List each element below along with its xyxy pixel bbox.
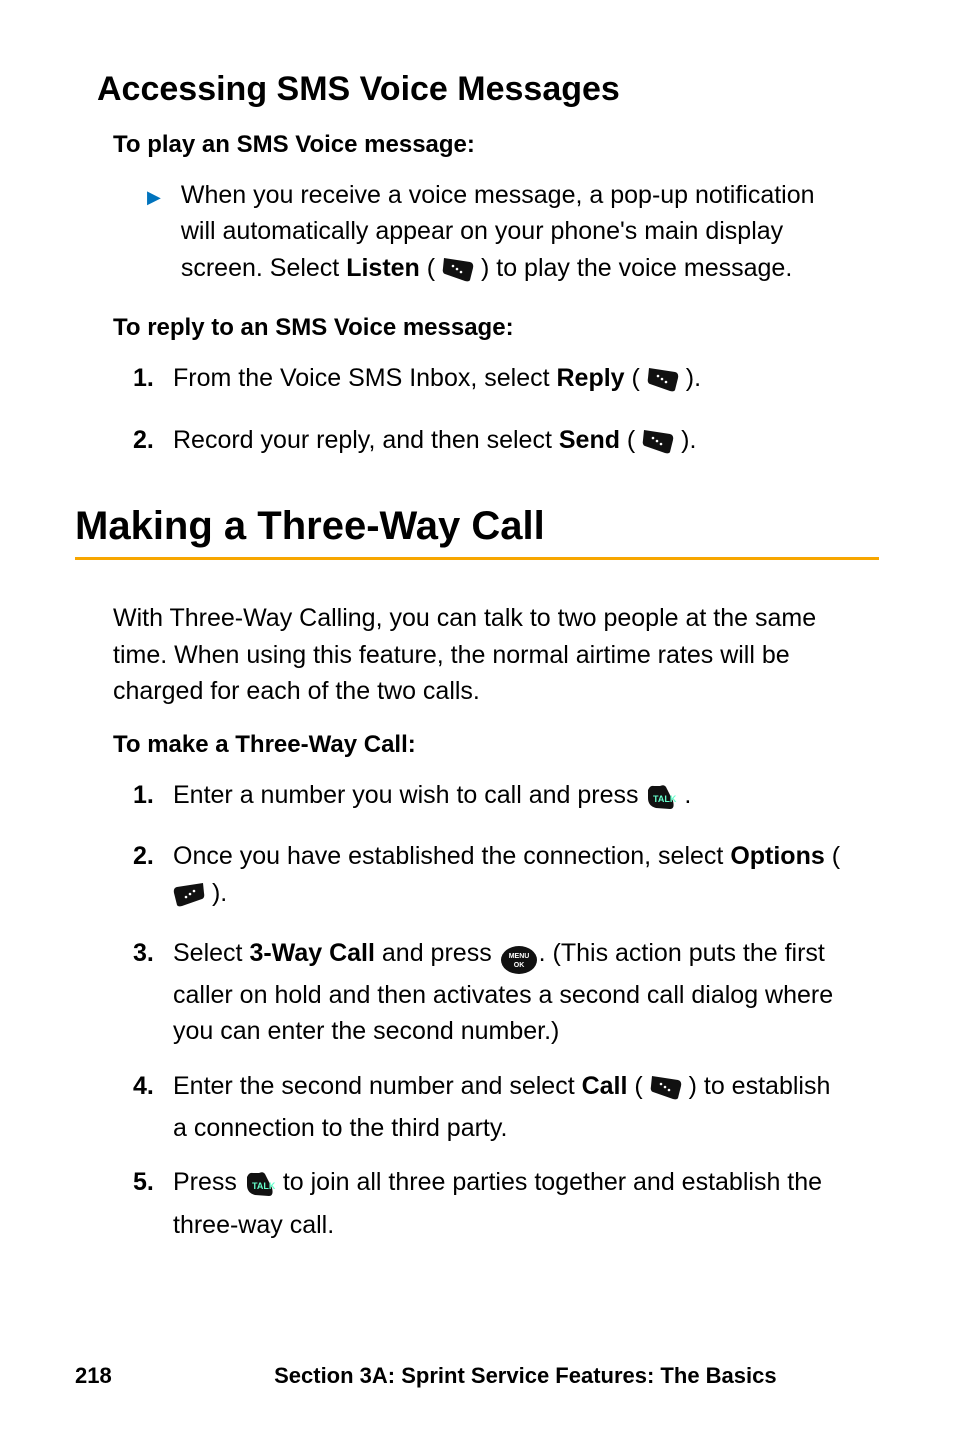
- sms-step1-pre: From the Voice SMS Inbox, select: [173, 364, 557, 392]
- talk-key-icon: TALK: [244, 1171, 276, 1207]
- step-text: From the Voice SMS Inbox, select Reply (…: [173, 360, 879, 402]
- threeway-heading: Making a Three-Way Call: [75, 504, 879, 549]
- tw-step1-pre: Enter a number you wish to call and pres…: [173, 781, 645, 809]
- tw-3way-label: 3-Way Call: [249, 939, 375, 967]
- left-softkey-icon: [642, 428, 674, 464]
- step-num: 3.: [133, 935, 173, 1050]
- sms-play-post: ) to play the voice message.: [474, 254, 792, 282]
- sms-step1-post: ).: [679, 364, 701, 392]
- step-num: 2.: [133, 838, 173, 917]
- sms-play-bullet: ▶ When you receive a voice message, a po…: [147, 177, 879, 292]
- threeway-step4: 4. Enter the second number and select Ca…: [133, 1068, 879, 1147]
- tw-step4-pre: Enter the second number and select: [173, 1072, 582, 1100]
- sms-play-text: When you receive a voice message, a pop-…: [181, 177, 879, 292]
- tw-step2-pre: Once you have established the connection…: [173, 842, 730, 870]
- step-text: Press TALK to join all three parties tog…: [173, 1164, 879, 1244]
- step-num: 1.: [133, 360, 173, 402]
- page-number: 218: [75, 1363, 112, 1389]
- svg-text:OK: OK: [513, 962, 524, 969]
- sms-step2-pre: Record your reply, and then select: [173, 426, 559, 454]
- sms-reply-step2: 2. Record your reply, and then select Se…: [133, 422, 879, 464]
- right-softkey-icon: [173, 881, 205, 917]
- sms-listen-label: Listen: [346, 254, 420, 282]
- left-softkey-icon: [650, 1074, 682, 1110]
- step-text: Once you have established the connection…: [173, 838, 879, 917]
- threeway-step2: 2. Once you have established the connect…: [133, 838, 879, 917]
- tw-call-label: Call: [582, 1072, 628, 1100]
- step-text: Select 3-Way Call and press MENUOK . (Th…: [173, 935, 879, 1050]
- step-text: Enter the second number and select Call …: [173, 1068, 879, 1147]
- tw-step3-mid: and press: [375, 939, 499, 967]
- left-softkey-icon: [442, 256, 474, 292]
- step-num: 1.: [133, 777, 173, 820]
- tw-options-label: Options: [730, 842, 824, 870]
- threeway-make-heading: To make a Three-Way Call:: [113, 731, 879, 759]
- svg-text:TALK: TALK: [653, 794, 677, 804]
- step-num: 2.: [133, 422, 173, 464]
- step-num: 4.: [133, 1068, 173, 1147]
- sms-heading: Accessing SMS Voice Messages: [97, 70, 879, 109]
- menu-ok-key-icon: MENU OK: [499, 941, 539, 977]
- svg-text:MENU: MENU: [508, 953, 529, 960]
- tw-step3-pre: Select: [173, 939, 249, 967]
- threeway-step1: 1. Enter a number you wish to call and p…: [133, 777, 879, 820]
- threeway-step3: 3. Select 3-Way Call and press MENUOK . …: [133, 935, 879, 1050]
- sms-step2-post: ).: [674, 426, 696, 454]
- sms-reply-step1: 1. From the Voice SMS Inbox, select Repl…: [133, 360, 879, 402]
- threeway-intro: With Three-Way Calling, you can talk to …: [113, 600, 879, 709]
- tw-step1-post: .: [677, 781, 691, 809]
- tw-step5-pre: Press: [173, 1168, 244, 1196]
- footer-section: Section 3A: Sprint Service Features: The…: [172, 1363, 879, 1389]
- step-text: Record your reply, and then select Send …: [173, 422, 879, 464]
- step-num: 5.: [133, 1164, 173, 1244]
- tw-step2-post: ).: [205, 879, 227, 907]
- sms-reply-heading: To reply to an SMS Voice message:: [113, 314, 879, 342]
- bullet-arrow-icon: ▶: [147, 184, 161, 292]
- sms-play-heading: To play an SMS Voice message:: [113, 131, 879, 159]
- sms-send-label: Send: [559, 426, 620, 454]
- step-text: Enter a number you wish to call and pres…: [173, 777, 879, 820]
- talk-key-icon: TALK: [645, 784, 677, 820]
- left-softkey-icon: [647, 366, 679, 402]
- threeway-step5: 5. Press TALK to join all three parties …: [133, 1164, 879, 1244]
- page-footer: 218 Section 3A: Sprint Service Features:…: [0, 1363, 954, 1389]
- sms-reply-label: Reply: [557, 364, 625, 392]
- section-divider: [75, 557, 879, 560]
- svg-text:TALK: TALK: [252, 1181, 276, 1191]
